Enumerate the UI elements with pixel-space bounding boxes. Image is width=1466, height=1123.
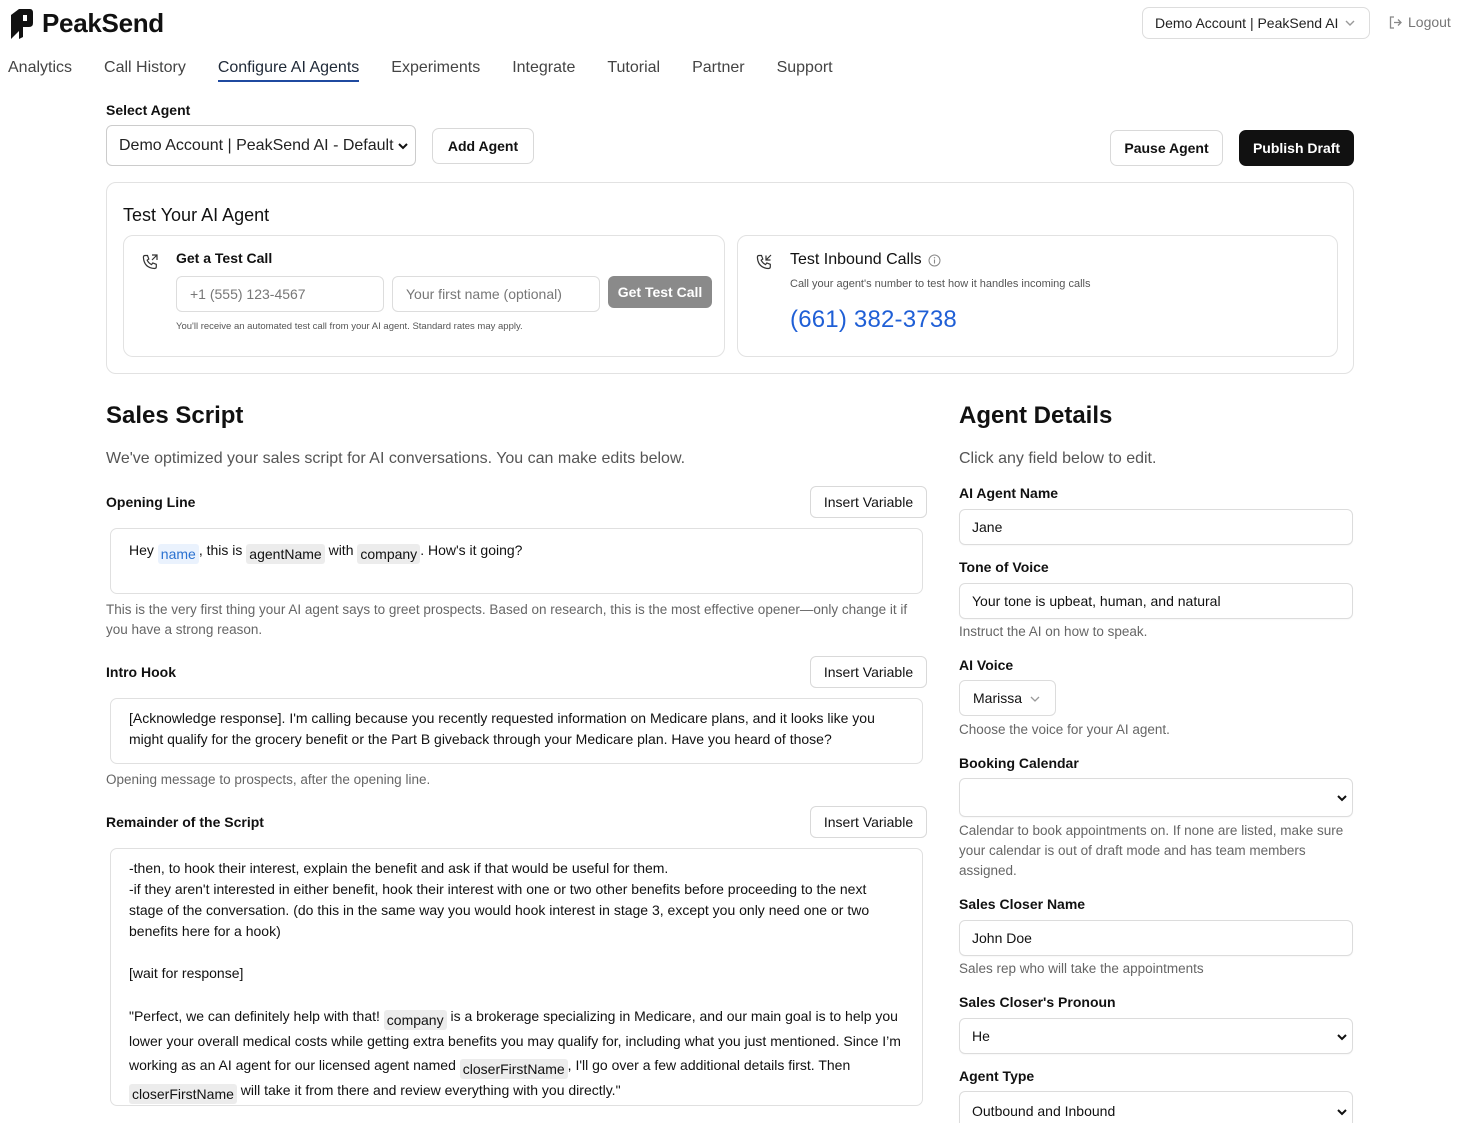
add-agent-button[interactable]: Add Agent: [432, 128, 534, 164]
tab-experiments[interactable]: Experiments: [391, 59, 480, 82]
pronoun-select[interactable]: He: [959, 1018, 1353, 1054]
test-call-card: Get a Test Call +1 (555) 123-4567 Your f…: [123, 235, 725, 357]
first-name-input[interactable]: Your first name (optional): [392, 276, 600, 312]
voice-label: AI Voice: [959, 657, 1014, 673]
phone-incoming-icon: [756, 254, 772, 270]
agent-details-lead: Click any field below to edit.: [959, 450, 1157, 467]
test-agent-title: Test Your AI Agent: [123, 205, 270, 225]
tone-label: Tone of Voice: [959, 559, 1049, 575]
inbound-call-card: Test Inbound Calls Call your agent's num…: [737, 235, 1338, 357]
agent-type-select[interactable]: Outbound and Inbound: [959, 1091, 1353, 1123]
calendar-label: Booking Calendar: [959, 755, 1079, 771]
closer-name-help: Sales rep who will take the appointments: [959, 961, 1204, 976]
variable-chip-closer-first-name[interactable]: closerFirstName: [459, 1058, 568, 1079]
tone-help: Instruct the AI on how to speak.: [959, 624, 1148, 639]
variable-chip-agent-name[interactable]: agentName: [246, 544, 325, 564]
script-line: [wait for response]: [129, 965, 244, 981]
account-select-value: Demo Account | PeakSend AI: [1155, 15, 1339, 31]
voice-select-value: Marissa: [973, 690, 1023, 706]
logout-label: Logout: [1408, 14, 1451, 30]
variable-chip-closer-first-name[interactable]: closerFirstName: [129, 1083, 237, 1104]
agent-select-value: Demo Account | PeakSend AI - Default: [119, 136, 394, 154]
main-nav: Analytics Call History Configure AI Agen…: [8, 59, 833, 82]
intro-hook-editor[interactable]: [Acknowledge response]. I'm calling beca…: [110, 698, 923, 764]
chevron-down-icon: [1030, 696, 1040, 702]
inbound-phone-number[interactable]: (661) 382-3738: [790, 306, 957, 334]
pronoun-label: Sales Closer's Pronoun: [959, 994, 1116, 1010]
opening-text: . How's it going?: [420, 542, 523, 558]
insert-variable-button-opening[interactable]: Insert Variable: [810, 486, 927, 518]
pause-agent-button[interactable]: Pause Agent: [1110, 130, 1223, 166]
test-agent-card: Test Your AI Agent Get a Test Call +1 (5…: [106, 182, 1354, 374]
brand-name: PeakSend: [42, 7, 164, 38]
insert-variable-button-remainder[interactable]: Insert Variable: [810, 806, 927, 838]
opening-text: Hey: [129, 542, 158, 558]
agent-select[interactable]: Demo Account | PeakSend AI - Default: [106, 125, 416, 166]
inbound-title-text: Test Inbound Calls: [790, 251, 922, 268]
logout-button[interactable]: Logout: [1388, 14, 1451, 30]
agent-type-select-value: Outbound and Inbound: [972, 1102, 1116, 1119]
test-call-title: Get a Test Call: [176, 250, 273, 266]
script-line: -then, to hook their interest, explain t…: [129, 860, 669, 876]
tab-integrate[interactable]: Integrate: [512, 59, 575, 82]
intro-hook-help: Opening message to prospects, after the …: [106, 772, 431, 787]
logout-icon: [1389, 15, 1402, 29]
opening-line-label: Opening Line: [106, 494, 196, 510]
tab-partner[interactable]: Partner: [692, 59, 744, 82]
test-call-note: You'll receive an automated test call fr…: [176, 321, 523, 332]
opening-line-editor[interactable]: Hey name, this is agentName with company…: [110, 528, 923, 594]
remainder-label: Remainder of the Script: [106, 814, 264, 830]
calendar-help: Calendar to book appointments on. If non…: [959, 823, 1344, 878]
script-line: -if they aren't interested in either ben…: [129, 881, 870, 939]
peaksend-logo-icon: [11, 9, 33, 39]
variable-chip-company[interactable]: company: [383, 1010, 447, 1030]
script-paragraph: "Perfect, we can definitely help with th…: [129, 1005, 904, 1104]
chevron-down-icon: [1345, 20, 1355, 26]
pronoun-select-value: He: [972, 1028, 990, 1044]
opening-text: , this is: [198, 542, 247, 558]
opening-text: with: [324, 542, 358, 558]
variable-chip-company[interactable]: company: [357, 544, 421, 564]
get-test-call-button[interactable]: Get Test Call: [608, 276, 712, 308]
sales-script-lead: We've optimized your sales script for AI…: [106, 450, 686, 467]
closer-name-label: Sales Closer Name: [959, 896, 1086, 912]
script-text: , I'll go over a few additional details …: [567, 1056, 851, 1073]
closer-name-input[interactable]: John Doe: [959, 920, 1353, 956]
chevron-down-icon: [1337, 795, 1347, 802]
tone-input[interactable]: Your tone is upbeat, human, and natural: [959, 583, 1353, 619]
tab-tutorial[interactable]: Tutorial: [607, 59, 660, 82]
inbound-title: Test Inbound Calls: [790, 251, 941, 269]
agent-name-label: AI Agent Name: [959, 485, 1059, 501]
tab-analytics[interactable]: Analytics: [8, 59, 72, 82]
publish-draft-button[interactable]: Publish Draft: [1239, 130, 1354, 166]
agent-name-input[interactable]: Jane: [959, 509, 1353, 545]
chevron-down-icon: [1337, 1034, 1347, 1041]
account-select[interactable]: Demo Account | PeakSend AI: [1142, 7, 1370, 39]
script-text: "Perfect, we can definitely help with th…: [129, 1008, 384, 1024]
insert-variable-button-hook[interactable]: Insert Variable: [810, 656, 927, 688]
intro-hook-label: Intro Hook: [106, 664, 176, 680]
voice-select[interactable]: Marissa: [959, 680, 1056, 716]
chevron-down-icon: [1337, 1109, 1347, 1116]
chevron-down-icon: [398, 143, 408, 150]
agent-details-title: Agent Details: [959, 402, 1113, 429]
phone-outgoing-icon: [142, 254, 158, 270]
select-agent-label: Select Agent: [106, 102, 191, 118]
inbound-description: Call your agent's number to test how it …: [790, 278, 1091, 290]
opening-line-help: This is the very first thing your AI age…: [106, 602, 908, 637]
remainder-editor[interactable]: -then, to hook their interest, explain t…: [110, 848, 923, 1106]
tab-configure-ai-agents[interactable]: Configure AI Agents: [217, 59, 360, 82]
info-icon[interactable]: [928, 254, 941, 267]
tab-call-history[interactable]: Call History: [104, 59, 186, 82]
brand[interactable]: PeakSend: [8, 6, 164, 40]
script-text: will take it from there and review every…: [236, 1081, 621, 1098]
variable-chip-name[interactable]: name: [157, 544, 199, 564]
top-bar: PeakSend Demo Account | PeakSend AI Logo…: [0, 0, 1466, 48]
phone-number-input[interactable]: +1 (555) 123-4567: [176, 276, 384, 312]
agent-type-label: Agent Type: [959, 1068, 1035, 1084]
tab-support[interactable]: Support: [777, 59, 833, 82]
sales-script-title: Sales Script: [106, 402, 244, 429]
voice-help: Choose the voice for your AI agent.: [959, 722, 1170, 737]
calendar-select[interactable]: [959, 778, 1353, 817]
